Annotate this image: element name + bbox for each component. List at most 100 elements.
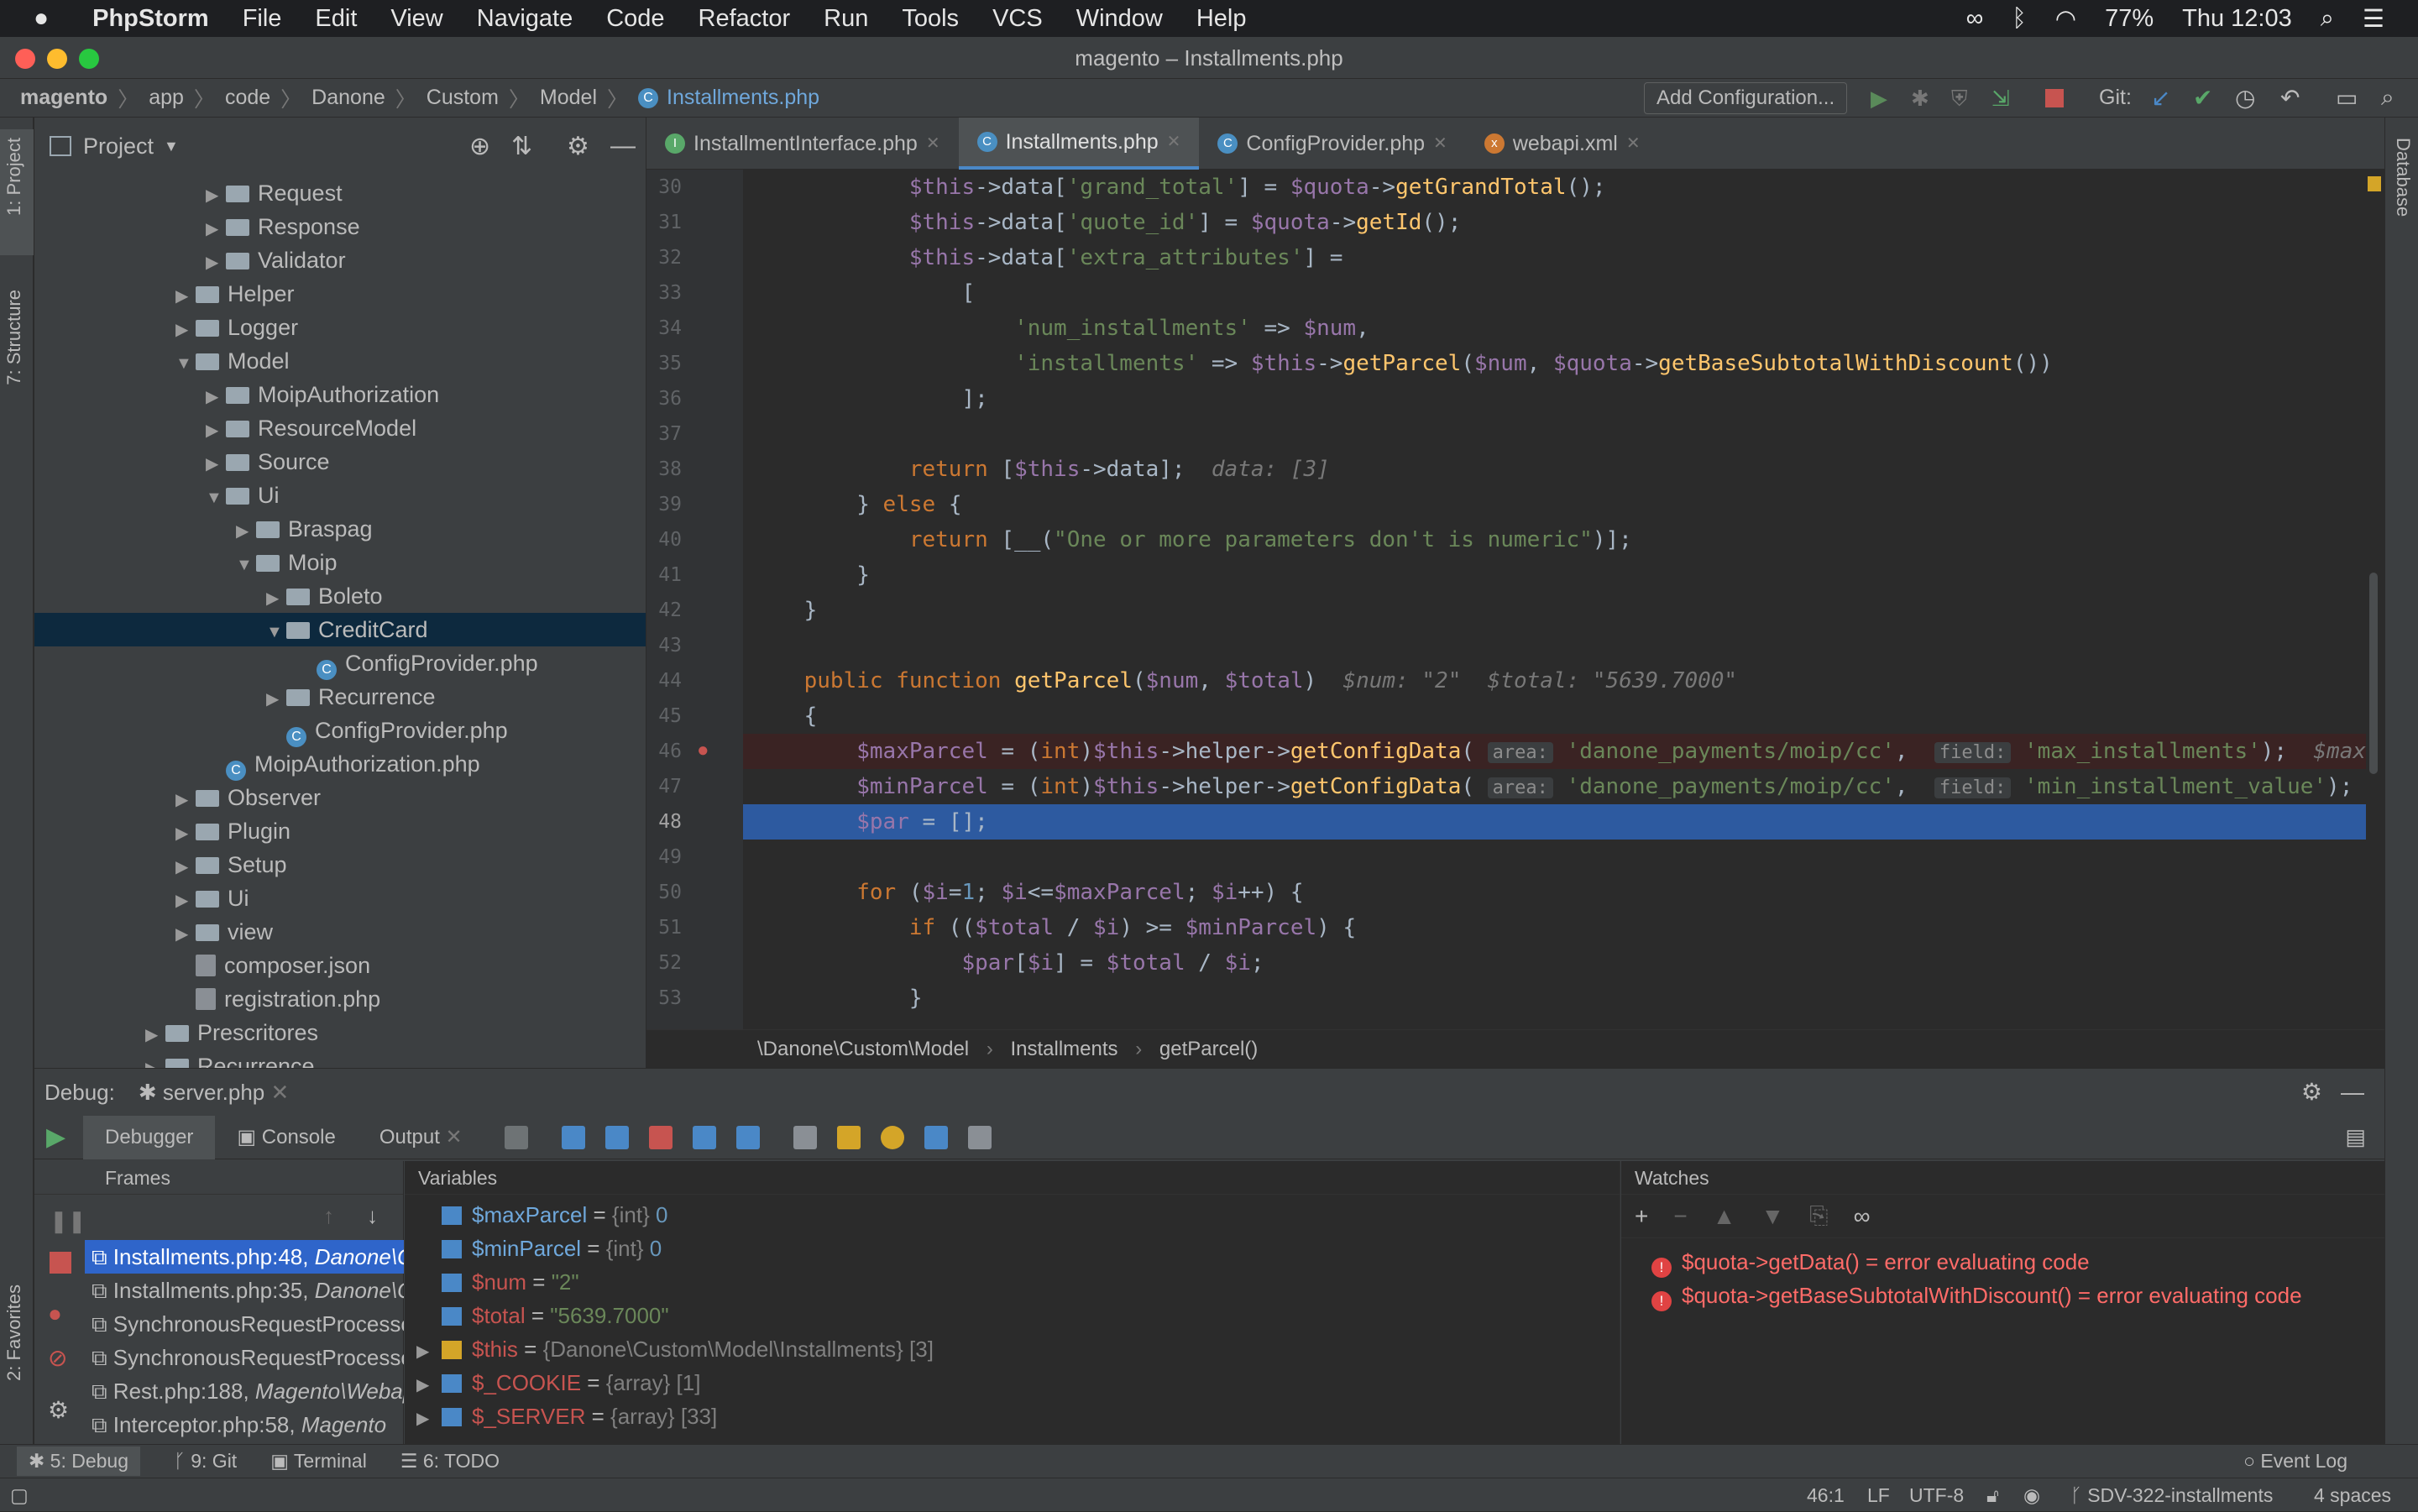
code-line[interactable] [743, 840, 2368, 875]
clock[interactable]: Thu 12:03 [2182, 5, 2292, 33]
tree-item[interactable]: registration.php [34, 982, 646, 1016]
menu-window[interactable]: Window [1076, 5, 1163, 33]
event-log[interactable]: ○ Event Log [2243, 1450, 2347, 1473]
tree-item[interactable]: ▶ Observer [34, 781, 646, 814]
chevron-right-icon[interactable]: ▶ [175, 783, 196, 817]
coverage-icon[interactable]: ⛨ [1951, 86, 1968, 112]
evaluate-icon[interactable] [793, 1125, 817, 1149]
add-configuration-button[interactable]: Add Configuration... [1644, 82, 1848, 114]
variable-row[interactable]: ▶ $this = {Danone\Custom\Model\Installmen… [405, 1332, 934, 1366]
code-line[interactable]: { [743, 698, 2368, 734]
run-to-cursor-icon[interactable] [735, 1125, 760, 1149]
zoom-window-button[interactable] [79, 49, 99, 69]
editor-crumb-method[interactable]: getParcel() [1159, 1038, 1258, 1060]
stop-icon[interactable] [2045, 89, 2064, 107]
tree-item[interactable]: ▶ Ui [34, 882, 646, 915]
file-encoding[interactable]: UTF-8 [1909, 1478, 1964, 1512]
debug-session-tab[interactable]: ✱ server.php ✕ [139, 1069, 289, 1116]
chevron-down-icon[interactable]: ▼ [206, 481, 226, 515]
watch-row[interactable]: ! $quota->getBaseSubtotalWithDiscount() =… [1651, 1279, 2302, 1312]
breadcrumb-file[interactable]: Installments.php [667, 86, 819, 110]
tree-item[interactable]: ▶ Logger [34, 311, 646, 344]
view-breakpoints-icon[interactable]: ● [48, 1300, 62, 1327]
frame-row[interactable]: ⧉ SynchronousRequestProcessor [85, 1341, 404, 1374]
variable-row[interactable]: $num = "2" [405, 1265, 579, 1299]
code-line[interactable]: $par[$i] = $total / $i; [743, 945, 2368, 981]
editor-tab[interactable]: x webapi.xml ✕ [1466, 118, 1659, 170]
minimize-panel-icon[interactable]: — [2341, 1069, 2364, 1116]
minimize-window-button[interactable] [47, 49, 67, 69]
chevron-right-icon[interactable]: ▶ [175, 280, 196, 313]
frame-up-icon[interactable]: ↑ [323, 1203, 334, 1229]
tree-item[interactable]: ▶ view [34, 915, 646, 949]
menu-tools[interactable]: Tools [902, 5, 959, 33]
chevron-right-icon[interactable]: ▶ [175, 884, 196, 918]
wifi-icon[interactable]: ◠ [2055, 4, 2076, 34]
editor-crumb-namespace[interactable]: \Danone\Custom\Model [757, 1038, 969, 1060]
chevron-right-icon[interactable]: ▶ [145, 1018, 165, 1052]
frame-row[interactable]: ⧉ Installments.php:48, Danone\Custom\Mod… [85, 1240, 404, 1274]
close-icon[interactable]: ✕ [1626, 118, 1641, 170]
code-line[interactable]: $this->data['extra_attributes'] = [743, 240, 2368, 275]
tool-window-git[interactable]: ᚴ 9: Git [174, 1450, 237, 1473]
gear-icon[interactable]: ⚙ [567, 132, 589, 161]
locate-icon[interactable]: ⊕ [469, 132, 490, 161]
chevron-right-icon[interactable]: ▶ [206, 179, 226, 212]
code-line[interactable]: if (($total / $i) >= $minParcel) { [743, 910, 2368, 945]
frame-down-icon[interactable]: ↓ [367, 1203, 378, 1229]
git-branch[interactable]: ᚴ SDV-322-installments [2070, 1478, 2273, 1512]
debug-icon[interactable]: ✱ [1911, 86, 1929, 112]
breadcrumb-code[interactable]: code [225, 86, 270, 110]
tree-item[interactable]: ▶ ResourceModel [34, 411, 646, 445]
mute-breakpoints-icon[interactable]: ⊘ [48, 1344, 67, 1372]
menu-navigate[interactable]: Navigate [477, 5, 573, 33]
menu-code[interactable]: Code [606, 5, 664, 33]
chevron-right-icon[interactable]: ▶ [416, 1335, 442, 1368]
stop-icon[interactable] [50, 1252, 71, 1274]
tree-item[interactable]: ▼ Moip [34, 546, 646, 579]
tree-item[interactable]: ▼ Ui [34, 479, 646, 512]
close-icon[interactable]: ✕ [1433, 118, 1447, 170]
tree-item[interactable]: ▶ Setup [34, 848, 646, 882]
tree-item[interactable]: C ConfigProvider.php [34, 646, 646, 680]
remove-icon[interactable]: − [1673, 1203, 1687, 1230]
chevron-right-icon[interactable]: ▶ [266, 683, 286, 716]
breadcrumb-danone[interactable]: Danone [311, 86, 385, 110]
code-line[interactable]: ]; [743, 381, 2368, 416]
editor-scrollbar[interactable] [2366, 170, 2384, 1029]
close-icon[interactable]: ✕ [271, 1080, 290, 1105]
chevron-right-icon[interactable]: ▶ [206, 212, 226, 246]
chevron-right-icon[interactable]: ▶ [206, 414, 226, 447]
tree-item[interactable]: ▶ Source [34, 445, 646, 479]
chevron-down-icon[interactable]: ▼ [175, 347, 196, 380]
tree-item[interactable]: ▼ CreditCard [34, 613, 646, 646]
watch-row[interactable]: ! $quota->getData() = error evaluating co… [1651, 1245, 2090, 1279]
chevron-right-icon[interactable]: ▶ [416, 1402, 442, 1436]
breadcrumb-custom[interactable]: Custom [427, 86, 499, 110]
editor-tab[interactable]: C ConfigProvider.php ✕ [1199, 118, 1465, 170]
chevron-right-icon[interactable]: ▶ [175, 918, 196, 951]
breakpoint-icon[interactable]: ● [697, 739, 709, 762]
code-line[interactable]: for ($i=1; $i<=$maxParcel; $i++) { [743, 875, 2368, 910]
tab-console[interactable]: ▣ Console [215, 1116, 357, 1159]
code-line[interactable]: } [743, 557, 2368, 593]
tool-tab-favorites[interactable]: 2: Favorites [3, 1284, 25, 1381]
tool-tab-structure[interactable]: 7: Structure [3, 290, 25, 385]
pause-icon[interactable]: ❚❚ [50, 1208, 86, 1234]
apple-icon[interactable]: ● [34, 4, 49, 33]
tree-item[interactable]: composer.json [34, 949, 646, 982]
tree-item[interactable]: ▶ MoipAuthorization [34, 378, 646, 411]
variable-row[interactable]: $maxParcel = {int} 0 [405, 1198, 667, 1232]
code-line[interactable]: $this->data['quote_id'] = $quota->getId(… [743, 205, 2368, 240]
force-step-into-icon[interactable] [648, 1125, 673, 1149]
step-over-icon[interactable] [561, 1125, 585, 1149]
tab-output[interactable]: Output ✕ [358, 1116, 484, 1159]
editor-tab[interactable]: I InstallmentInterface.php ✕ [646, 118, 959, 170]
variable-row[interactable]: ▶ $_COOKIE = {array} [1] [405, 1366, 700, 1400]
menu-run[interactable]: Run [824, 5, 868, 33]
code-line[interactable]: } else { [743, 487, 2368, 522]
close-window-button[interactable] [15, 49, 35, 69]
run-icon[interactable]: ▶ [1871, 86, 1887, 112]
variable-row[interactable]: ▶ $_SERVER = {array} [33] [405, 1400, 717, 1433]
at-icon[interactable] [880, 1125, 904, 1149]
